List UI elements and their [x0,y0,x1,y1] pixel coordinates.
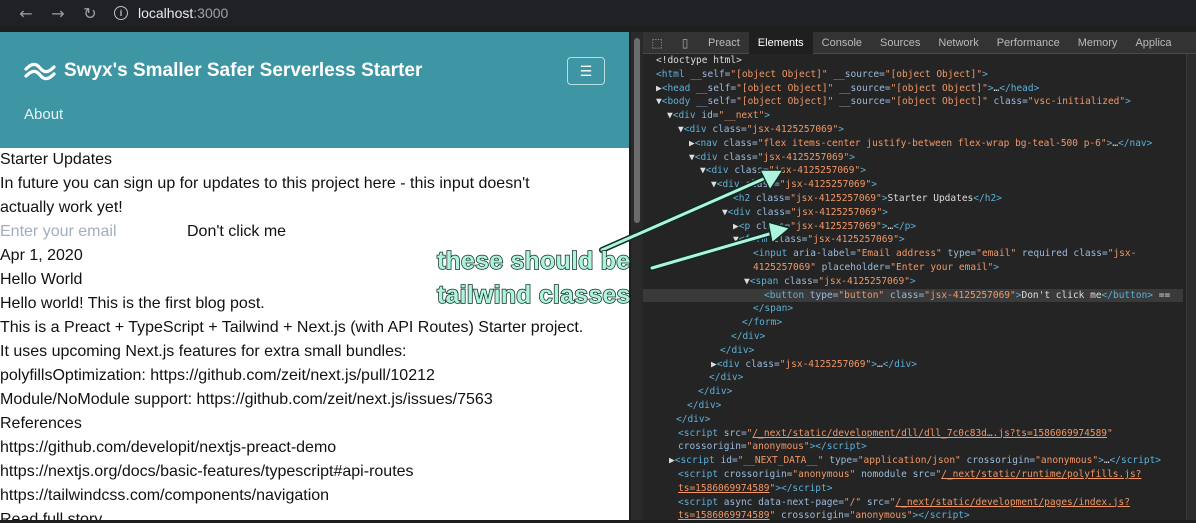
intro-text: In future you can sign up for updates to… [0,175,530,192]
site-navbar: Swyx's Smaller Safer Serverless Starter … [0,32,629,148]
email-input[interactable]: Enter your email [0,220,187,244]
url-host: localhost [138,5,194,21]
signup-form: Enter your email Don't click me [0,220,629,244]
styles-pane-edge [1186,54,1196,520]
dont-click-button[interactable]: Don't click me [187,220,286,244]
address-bar[interactable]: i localhost:3000 [114,2,228,24]
dom-node[interactable]: <h2 class="jsx-4125257069">Starter Updat… [643,192,1183,206]
dom-node[interactable]: </div> [643,385,1183,399]
page-content: Starter Updates In future you can sign u… [0,148,629,520]
post-line: It uses upcoming Next.js features for ex… [0,343,407,360]
dom-tree: <!doctype html> <html __self="[object Ob… [643,54,1183,523]
forward-arrow-icon[interactable]: → [42,4,74,23]
dom-node[interactable]: ▼<div id="__next"> [643,109,1183,123]
intro-text-cont: actually work yet! [0,199,123,216]
annotation-line: these should be [436,246,631,276]
dom-node[interactable]: ▶<head __self="[object Object]" __source… [643,82,1183,96]
dom-node[interactable]: <script async data-next-page="/" src="/_… [643,496,1183,510]
dom-node[interactable]: </div> [643,413,1183,427]
dom-node[interactable]: ▶<div class="jsx-4125257069">…</div> [643,358,1183,372]
dom-node[interactable]: ▶<p class="jsx-4125257069">…</p> [643,220,1183,234]
devtools-tabbar: ⬚ ▯ Preact Elements Console Sources Netw… [643,31,1196,54]
browser-toolbar: ← → ↻ i localhost:3000 [0,0,1196,26]
dom-node[interactable]: ▼<body __self="[object Object]" __source… [643,95,1183,109]
dom-node[interactable]: ▼<div class="jsx-4125257069"> [643,178,1183,192]
dom-node[interactable]: ▼<div class="jsx-4125257069"> [643,164,1183,178]
dom-node[interactable]: </div> [643,330,1183,344]
hamburger-menu-icon[interactable]: ☰ [567,57,605,85]
dom-node[interactable]: 4125257069" placeholder="Enter your emai… [643,261,1183,275]
dom-node[interactable]: ▼<div class="jsx-4125257069"> [643,151,1183,165]
section-heading: Starter Updates [0,151,113,168]
dom-node[interactable]: ts=1586069974589" crossorigin="anonymous… [643,509,1183,523]
post-line: https://nextjs.org/docs/basic-features/t… [0,463,414,480]
dom-node-selected[interactable]: <button type="button" class="jsx-4125257… [643,288,1183,303]
tab-memory[interactable]: Memory [1069,32,1127,54]
dom-node[interactable]: </span> [643,302,1183,316]
tab-performance[interactable]: Performance [988,32,1069,54]
dom-node[interactable]: </div> [643,371,1183,385]
dom-node[interactable]: <!doctype html> [643,54,1183,68]
tab-sources[interactable]: Sources [871,32,929,54]
dom-node[interactable]: ▶<script id="__NEXT_DATA__" type="applic… [643,454,1183,468]
dom-node[interactable]: <script crossorigin="anonymous" nomodule… [643,468,1183,482]
dom-node[interactable]: ▼<div class="jsx-4125257069"> [643,206,1183,220]
post-line: https://github.com/developit/nextjs-prea… [0,439,337,456]
tab-network[interactable]: Network [929,32,987,54]
device-toggle-icon[interactable]: ▯ [671,36,699,50]
annotation-text: these should be tailwind classes [436,244,631,312]
reload-icon[interactable]: ↻ [74,4,106,23]
dom-node[interactable]: crossorigin="anonymous"></script> [643,440,1183,454]
post-line: This is a Preact + TypeScript + Tailwind… [0,319,584,336]
tab-console[interactable]: Console [813,32,871,54]
dom-node[interactable]: <input aria-label="Email address" type="… [643,247,1183,261]
devtools-panel: ⬚ ▯ Preact Elements Console Sources Netw… [643,31,1196,523]
inspect-element-icon[interactable]: ⬚ [643,36,671,50]
read-full-story-link[interactable]: Read full story [0,508,629,520]
dom-node[interactable]: </div> [643,399,1183,413]
dom-node[interactable]: ▼<span class="jsx-4125257069"> [643,275,1183,289]
annotation-line: tailwind classes [436,280,631,310]
back-arrow-icon[interactable]: ← [10,4,42,23]
dom-node[interactable]: ▶<nav class="flex items-center justify-b… [643,137,1183,151]
info-icon[interactable]: i [114,6,128,20]
tab-application[interactable]: Applica [1126,32,1180,54]
dom-node[interactable]: ▼<div class="jsx-4125257069"> [643,123,1183,137]
dom-node[interactable]: </form> [643,316,1183,330]
post-line: References [0,415,82,432]
wave-logo-icon [24,62,56,81]
tab-preact[interactable]: Preact [699,32,749,54]
dom-node[interactable]: ▼<form class="jsx-4125257069"> [643,233,1183,247]
dom-node[interactable]: ts=1586069974589"></script> [643,482,1183,496]
dom-node[interactable]: </div> [643,344,1183,358]
nav-link-about[interactable]: About [24,106,63,123]
dom-node[interactable]: <html __self="[object Object]" __source=… [643,68,1183,82]
tab-elements[interactable]: Elements [748,31,813,54]
post-line: polyfillsOptimization: https://github.co… [0,367,435,384]
dom-node[interactable]: <script src="/_next/static/development/d… [643,427,1183,441]
site-brand[interactable]: Swyx's Smaller Safer Serverless Starter [64,60,422,82]
page-scrollbar-thumb[interactable] [634,38,640,223]
url-port: :3000 [193,5,229,21]
post-line: Module/NoModule support: https://github.… [0,391,493,408]
post-line: https://tailwindcss.com/components/navig… [0,487,330,504]
